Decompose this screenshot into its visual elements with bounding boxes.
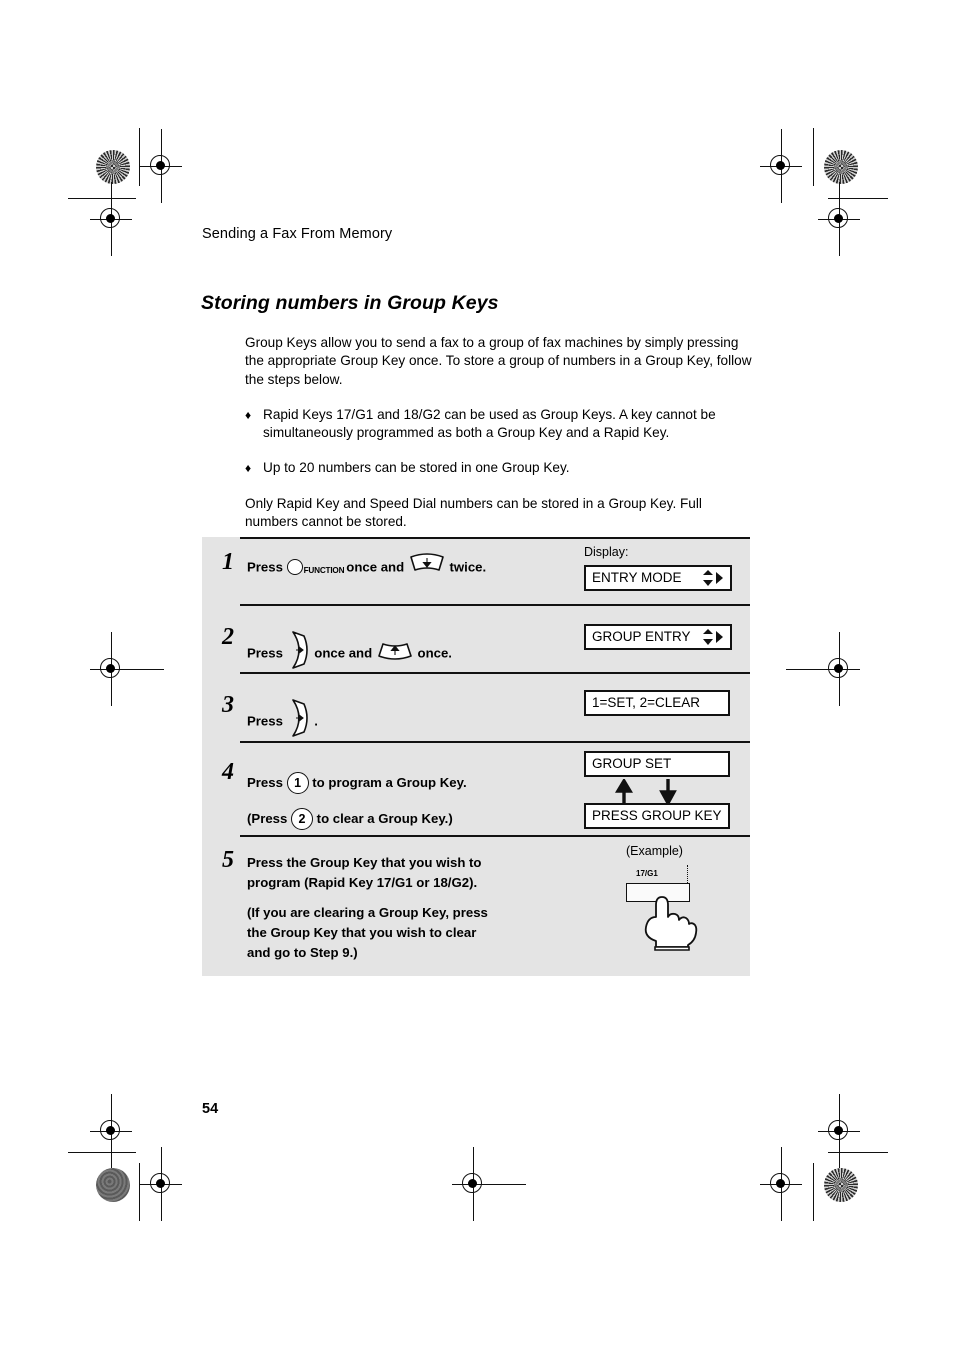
page-number: 54 bbox=[202, 1101, 219, 1117]
step3-after-label: . bbox=[314, 713, 318, 729]
step-number: 5 bbox=[222, 847, 234, 873]
step5-line-1: Press the Group Key that you wish to bbox=[247, 855, 482, 870]
right-arrow-key-icon bbox=[287, 697, 311, 745]
numeric-key-1-icon: 1 bbox=[286, 771, 309, 794]
registration-mark-left-lower bbox=[90, 1094, 132, 1168]
step-row: 4 Press 1 to program a Group Key. (Press… bbox=[202, 741, 750, 835]
step2-middle-label: once and bbox=[314, 645, 373, 661]
step-number: 4 bbox=[222, 759, 234, 785]
step5-line-5: and go to Step 9.) bbox=[247, 945, 358, 960]
registration-mark-bottom-center bbox=[452, 1147, 526, 1221]
diamond-bullet-icon: ♦ bbox=[245, 407, 252, 422]
trim-line-bottom-right-vertical bbox=[813, 1163, 815, 1221]
page-title: Storing numbers in Group Keys bbox=[201, 292, 499, 314]
display-label: Display: bbox=[584, 545, 629, 559]
rosette-mark-bottom-right bbox=[824, 1168, 858, 1202]
lcd-display-text: GROUP ENTRY bbox=[592, 629, 691, 644]
function-key-icon: FUNCTION bbox=[286, 558, 345, 576]
step-instruction: Press 1 to program a Group Key. (Press 2… bbox=[247, 765, 467, 837]
lcd-display-bottom-text: PRESS GROUP KEY bbox=[592, 808, 722, 823]
lcd-display: ENTRY MODE bbox=[584, 565, 732, 591]
step-row: 5 Press the Group Key that you wish to p… bbox=[202, 835, 750, 976]
lcd-display-text: ENTRY MODE bbox=[592, 570, 682, 585]
step-instruction: Press FUNCTION once and twice. bbox=[247, 553, 487, 582]
registration-mark-right-middle bbox=[786, 632, 860, 706]
registration-mark-top-left-inner bbox=[140, 129, 182, 203]
step1-after-label: twice. bbox=[449, 559, 487, 575]
closing-paragraph: Only Rapid Key and Speed Dial numbers ca… bbox=[245, 495, 702, 530]
function-key-label: FUNCTION bbox=[303, 566, 345, 575]
registration-mark-bottom-left-inner bbox=[140, 1147, 182, 1221]
step4-line2-suffix: to clear a Group Key.) bbox=[316, 811, 453, 826]
lcd-display: GROUP ENTRY bbox=[584, 624, 732, 650]
step2-press-label: Press bbox=[247, 645, 283, 661]
toggle-arrows-icon bbox=[584, 777, 730, 807]
trim-line-bottom-left-vertical bbox=[139, 1163, 141, 1221]
trim-line-top-left-vertical bbox=[139, 128, 141, 186]
list-item: ♦ Rapid Keys 17/G1 and 18/G2 can be used… bbox=[245, 406, 755, 443]
step5-line-2: program (Rapid Key 17/G1 or 18/G2). bbox=[247, 875, 478, 890]
step2-after-label: once. bbox=[417, 645, 452, 661]
step-row: 3 Press . 1=SET, 2=CLEAR bbox=[202, 672, 750, 741]
registration-mark-left-upper bbox=[90, 182, 132, 256]
right-arrow-key-icon bbox=[287, 629, 311, 677]
rosette-mark-top-left bbox=[96, 150, 130, 184]
rosette-mark-bottom-left bbox=[96, 1168, 130, 1202]
registration-mark-right-lower bbox=[818, 1094, 860, 1168]
up-arrow-key-icon bbox=[376, 639, 414, 667]
lcd-display-top-text: GROUP SET bbox=[592, 756, 672, 771]
trim-line-top-right-vertical bbox=[813, 128, 815, 186]
pointing-hand-icon bbox=[636, 887, 708, 956]
example-caption: (Example) bbox=[626, 844, 683, 858]
list-item-label: Rapid Keys 17/G1 and 18/G2 can be used a… bbox=[263, 406, 716, 441]
step-number: 2 bbox=[222, 624, 234, 650]
step-row: 2 Press once and once. GROUP ENTRY bbox=[202, 604, 750, 672]
step5-line-3: (If you are clearing a Group Key, press bbox=[247, 905, 488, 920]
steps-panel: 1 Press FUNCTION once and twice. Display… bbox=[202, 537, 750, 976]
step-instruction: Press the Group Key that you wish to pro… bbox=[247, 853, 488, 963]
diamond-bullet-icon: ♦ bbox=[245, 461, 252, 476]
registration-mark-right-upper bbox=[818, 182, 860, 256]
step4-line2-prefix: (Press bbox=[247, 811, 288, 826]
updown-right-arrow-icon bbox=[702, 569, 724, 588]
step-number: 3 bbox=[222, 692, 234, 718]
rapid-key-label: 17/G1 bbox=[636, 869, 658, 878]
lcd-display: 1=SET, 2=CLEAR bbox=[584, 690, 730, 716]
example-illustration: (Example) 17/G1 bbox=[584, 835, 744, 955]
step-instruction: Press once and once. bbox=[247, 630, 452, 678]
step4-line1-suffix: to program a Group Key. bbox=[312, 775, 467, 790]
running-head: Sending a Fax From Memory bbox=[202, 226, 393, 242]
numeric-key-2-icon: 2 bbox=[291, 807, 313, 830]
lcd-display-bottom: PRESS GROUP KEY bbox=[584, 803, 730, 829]
step1-press-label: Press bbox=[247, 559, 283, 575]
trim-line-lower-right-horizontal bbox=[828, 1152, 888, 1154]
down-arrow-key-icon bbox=[408, 553, 446, 581]
registration-mark-bottom-right-inner bbox=[760, 1147, 802, 1221]
rosette-mark-top-right bbox=[824, 150, 858, 184]
registration-mark-top-right-inner bbox=[760, 129, 802, 203]
list-item: ♦ Up to 20 numbers can be stored in one … bbox=[245, 459, 755, 477]
list-item-label: Up to 20 numbers can be stored in one Gr… bbox=[263, 460, 570, 476]
intro-paragraph: Group Keys allow you to send a fax to a … bbox=[245, 335, 752, 387]
trim-line-lower-left-horizontal bbox=[68, 1152, 136, 1154]
step5-line-4: the Group Key that you wish to clear bbox=[247, 925, 477, 940]
step-row: 1 Press FUNCTION once and twice. Display… bbox=[202, 537, 750, 604]
step1-middle-label: once and bbox=[346, 559, 405, 575]
lcd-display-text: 1=SET, 2=CLEAR bbox=[592, 695, 701, 710]
step4-line1-prefix: Press bbox=[247, 775, 283, 790]
lcd-display-top: GROUP SET bbox=[584, 751, 730, 777]
intro-block: Group Keys allow you to send a fax to a … bbox=[245, 334, 755, 548]
step-instruction: Press . bbox=[247, 698, 318, 746]
registration-mark-left-middle bbox=[90, 632, 164, 706]
step-number: 1 bbox=[222, 549, 234, 575]
updown-right-arrow-icon bbox=[702, 628, 724, 647]
step3-press-label: Press bbox=[247, 713, 283, 729]
